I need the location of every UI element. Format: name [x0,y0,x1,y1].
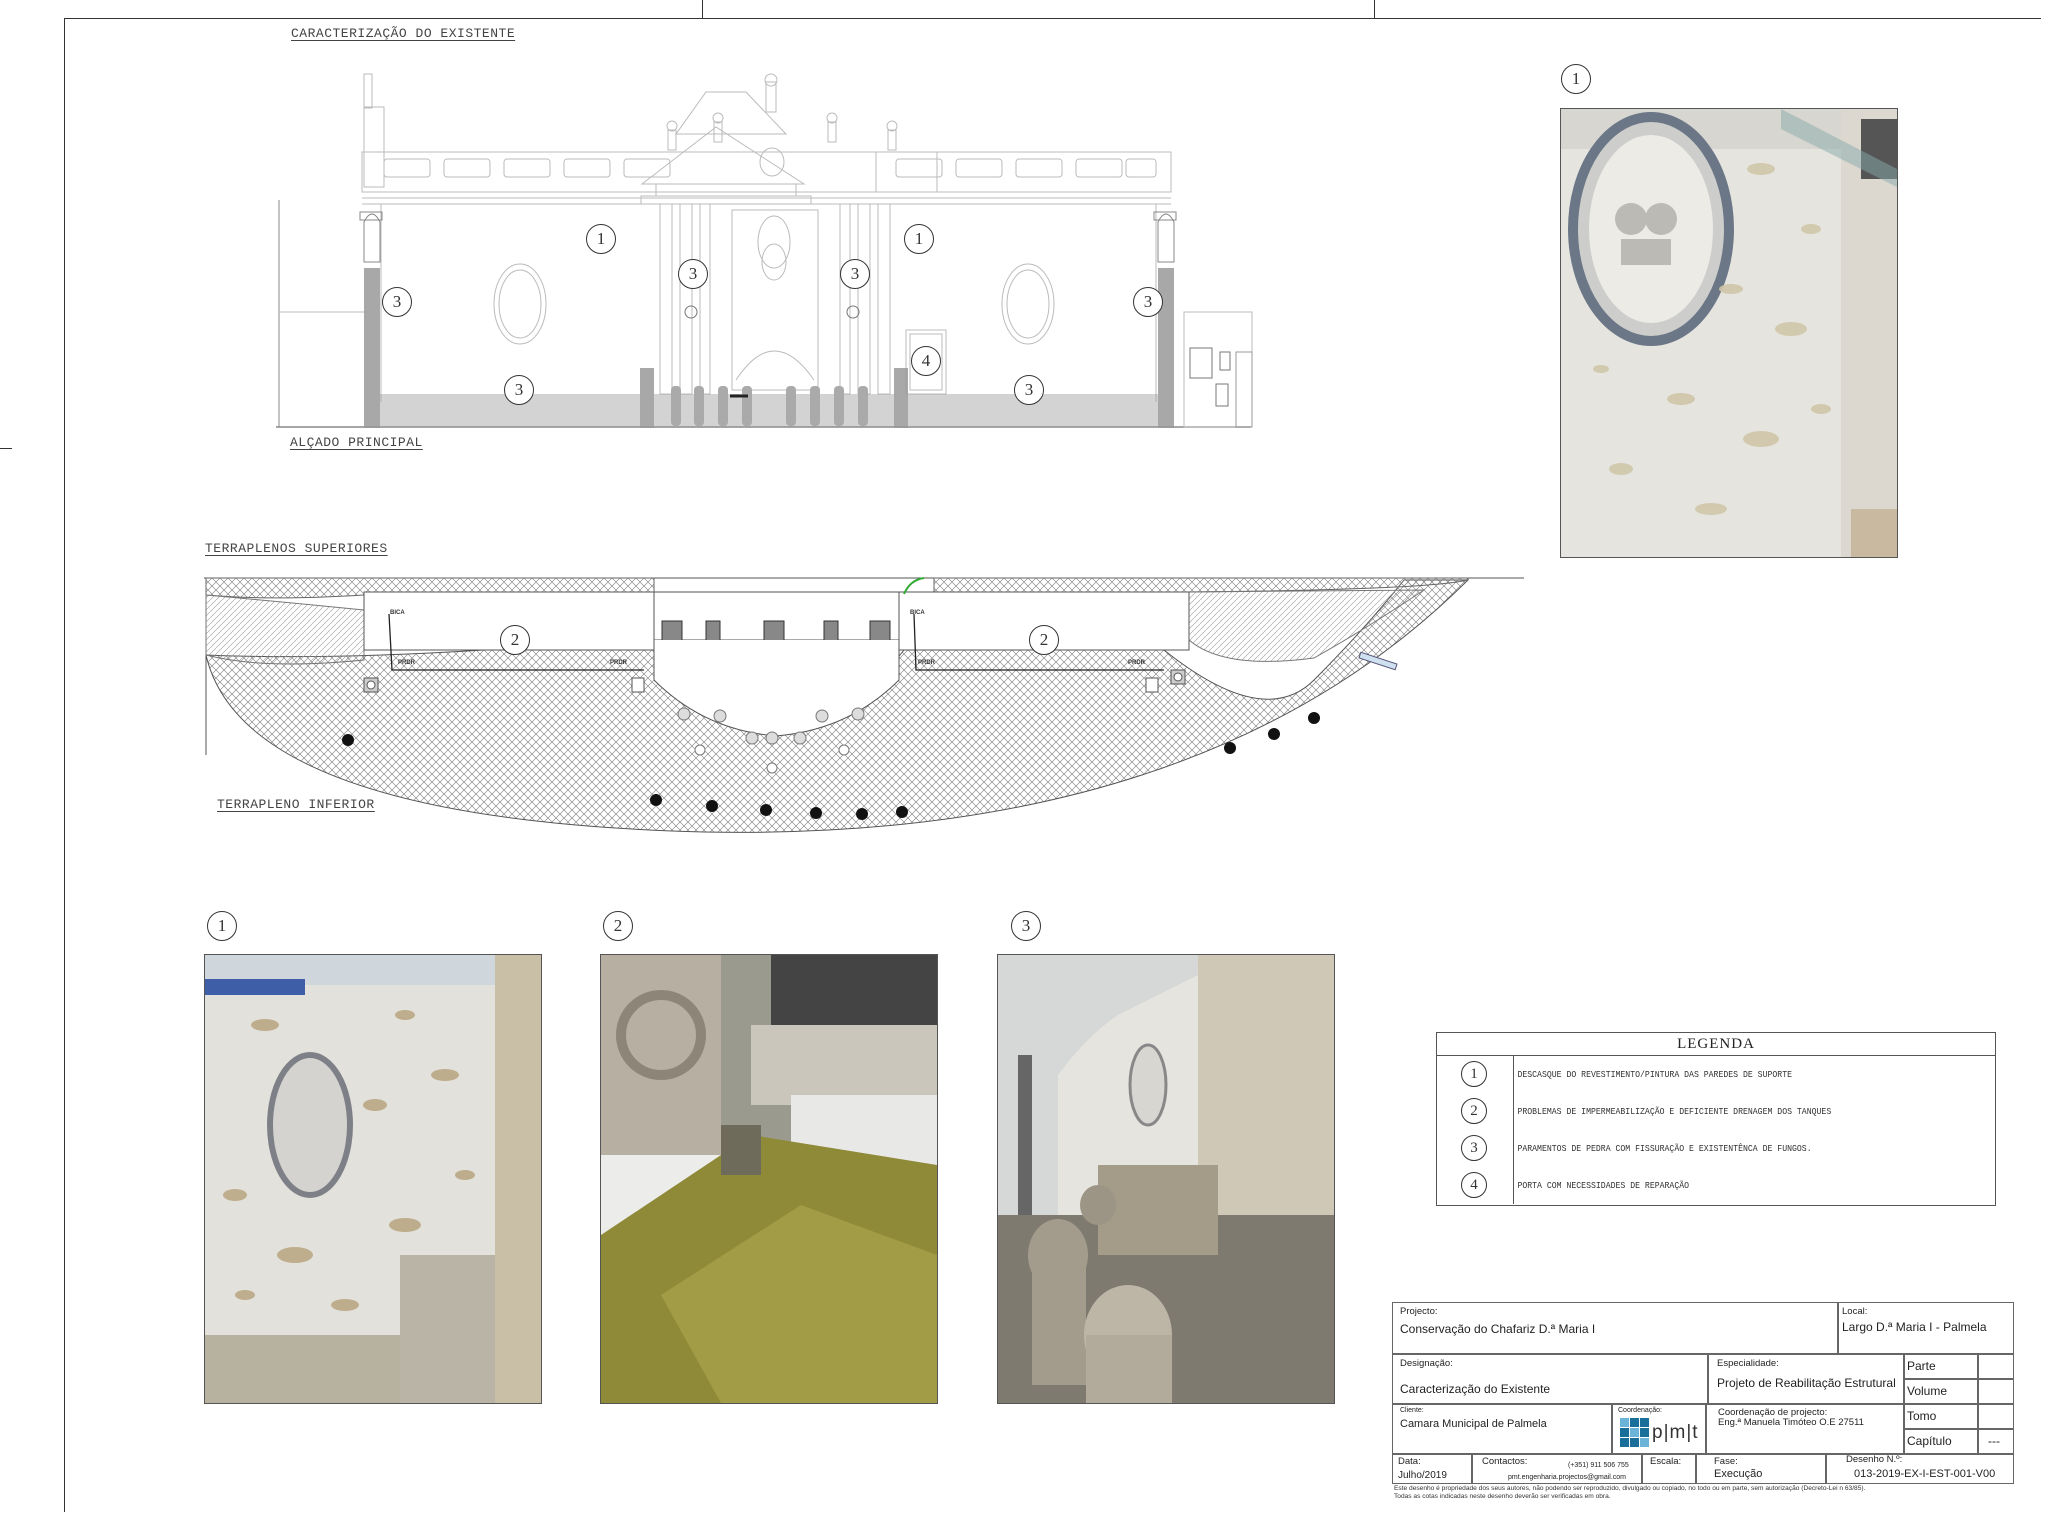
tb-contactos-label: Contactos: [1482,1456,1528,1467]
plan-label-prdr: PRDR [610,660,628,666]
marker-1: 1 [586,224,616,254]
tb-designacao-label: Designação: [1400,1358,1453,1369]
tb-especialidade: Projeto de Reabilitação Estrutural [1717,1376,1896,1390]
tb-fase: Execução [1714,1468,1763,1480]
marker-1: 1 [904,224,934,254]
sheet-tick [1374,0,1375,18]
tb-data: Julho/2019 [1398,1470,1447,1481]
tb-capitulo: Capítulo [1907,1434,1952,1448]
legend-title: LEGENDA [1437,1033,1995,1056]
disclaimer-line: Todas as cotas indicadas neste desenho d… [1394,1493,1611,1500]
photo-marker-1: 1 [207,911,237,941]
legend-text: DESCASQUE DO REVESTIMENTO/PINTURA DAS PA… [1517,1069,1793,1080]
marker-3: 3 [1014,375,1044,405]
marker-2: 2 [1029,625,1059,655]
plan-label-prdr: PRDR [1128,660,1146,666]
photo-marker-1: 1 [1561,64,1591,94]
tb-cliente-label: Cliente: [1400,1407,1424,1414]
legend-item: 2 PROBLEMAS DE IMPERMEABILIZAÇÃO E DEFIC… [1437,1093,1995,1130]
tb-fase-label: Fase: [1714,1456,1738,1467]
tb-email: pmt.engenharia.projectos@gmail.com [1508,1474,1626,1481]
tb-coordenacao-label: Coordenação: [1618,1407,1662,1414]
tb-local-label: Local: [1842,1306,1868,1317]
heading-terraplenos-superiores: TERRAPLENOS SUPERIORES [205,541,388,556]
tb-capitulo-value: --- [1988,1434,2000,1448]
tb-parte: Parte [1907,1359,1936,1373]
marker-3: 3 [382,287,412,317]
pmt-logo: p|m|t [1620,1418,1699,1447]
tb-volume: Volume [1907,1384,1948,1398]
photo-peeling-wall [204,954,542,1404]
disclaimer-line: Este desenho é propriedade dos seus auto… [1394,1485,1866,1492]
photo-tank-moss [600,954,938,1404]
legend-item: 1 DESCASQUE DO REVESTIMENTO/PINTURA DAS … [1437,1056,1995,1093]
sheet-tick [0,448,12,449]
plan-label-bica: BICA [910,610,925,616]
tb-designacao: Caracterização do Existente [1400,1382,1551,1396]
legend: LEGENDA 1 DESCASQUE DO REVESTIMENTO/PINT… [1436,1032,1996,1206]
legend-item: 4 PORTA COM NECESSIDADES DE REPARAÇÃO [1437,1167,1995,1204]
disclaimer: Este desenho é propriedade dos seus auto… [1394,1485,1865,1501]
photo-marker-3: 3 [1011,911,1041,941]
marker-3: 3 [840,259,870,289]
marker-4: 4 [911,346,941,376]
tb-volume-value-cell [1978,1379,2014,1404]
tb-desenho: 013-2019-EX-I-EST-001-V00 [1854,1468,1996,1480]
tb-parte-value-cell [1978,1354,2014,1379]
legend-text: PARAMENTOS DE PEDRA COM FISSURAÇÃO E EXI… [1517,1143,1812,1154]
tb-escala-label: Escala: [1650,1456,1682,1467]
legend-text: PROBLEMAS DE IMPERMEABILIZAÇÃO E DEFICIE… [1517,1106,1832,1117]
plan-label-prdr: PRDR [918,660,936,666]
tb-tomo: Tomo [1907,1409,1937,1423]
elevation-drawing [276,72,1256,450]
photo-wall-medallion [1560,108,1898,558]
plan-label-bica: BICA [390,610,405,616]
marker-3: 3 [504,375,534,405]
pmt-logo-mark [1620,1418,1649,1447]
marker-2: 2 [500,625,530,655]
legend-number: 1 [1461,1061,1487,1087]
pmt-logo-text: p|m|t [1652,1421,1699,1443]
tb-cliente: Camara Municipal de Palmela [1400,1418,1547,1430]
plan-label-prdr: PRDR [398,660,416,666]
legend-number: 4 [1461,1172,1487,1198]
tb-projecto-label: Projecto: [1400,1306,1438,1317]
legend-number: 2 [1461,1098,1487,1124]
legend-number: 3 [1461,1135,1487,1161]
legend-item: 3 PARAMENTOS DE PEDRA COM FISSURAÇÃO E E… [1437,1130,1995,1167]
heading-caracterizacao: CARACTERIZAÇÃO DO EXISTENTE [291,26,516,41]
tb-projecto: Conservação do Chafariz D.ª Maria I [1400,1322,1596,1336]
tb-local: Largo D.ª Maria I - Palmela [1842,1320,1987,1334]
sheet-tick [702,0,703,18]
legend-text: PORTA COM NECESSIDADES DE REPARAÇÃO [1517,1180,1690,1191]
marker-3: 3 [678,259,708,289]
tb-coord-projecto: Eng.ª Manuela Timóteo O.E 27511 [1718,1417,1864,1428]
tb-data-label: Data: [1398,1456,1421,1467]
tb-tomo-value-cell [1978,1404,2014,1429]
marker-3: 3 [1133,287,1163,317]
tb-telefone: (+351) 911 506 755 [1568,1462,1629,1469]
title-block: Projecto: Conservação do Chafariz D.ª Ma… [1392,1302,2014,1507]
photo-stone-pillars [997,954,1335,1404]
tb-especialidade-label: Especialidade: [1717,1358,1779,1369]
tb-desenho-label: Desenho N.º: [1846,1454,1903,1465]
photo-marker-2: 2 [603,911,633,941]
